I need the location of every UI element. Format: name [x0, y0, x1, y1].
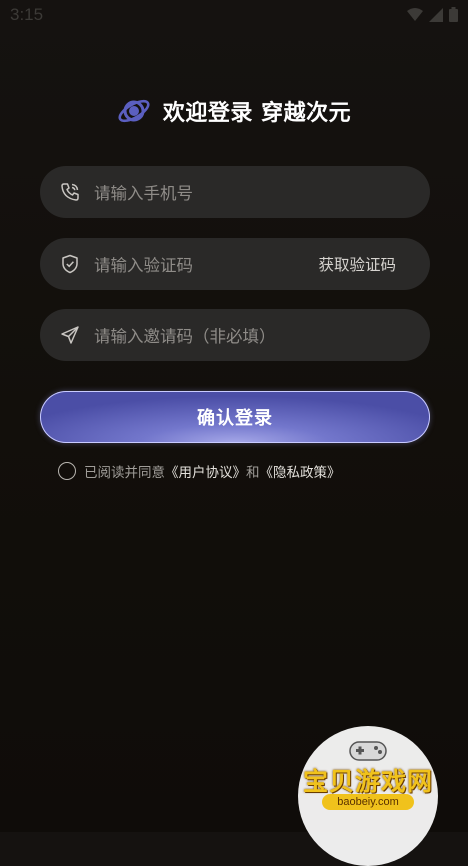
agreement-prefix: 已阅读并同意: [84, 465, 165, 481]
send-icon: [59, 324, 81, 346]
wifi-icon: [407, 7, 423, 21]
invite-field[interactable]: 请输入邀请码（非必填）: [40, 309, 430, 361]
login-button-label: 确认登录: [197, 408, 273, 429]
phone-icon: [59, 181, 81, 203]
planet-logo-icon: [118, 99, 150, 123]
watermark-url: baobeiy.com: [322, 794, 414, 810]
phone-field[interactable]: 请输入手机号: [40, 166, 430, 218]
login-button[interactable]: 确认登录: [40, 391, 430, 443]
status-bar: 3:15: [0, 0, 468, 32]
privacy-policy-link[interactable]: 《隐私政策》: [260, 465, 341, 481]
code-field[interactable]: 请输入验证码 获取验证码: [40, 238, 430, 290]
header: 欢迎登录 穿越次元: [0, 94, 468, 128]
agreement-row: 已阅读并同意《用户协议》和《隐私政策》: [58, 461, 341, 481]
page-title: 欢迎登录 穿越次元: [162, 101, 352, 126]
code-input[interactable]: 请输入验证码: [94, 252, 318, 276]
battery-icon: [449, 7, 458, 22]
status-icons: [407, 7, 458, 22]
status-time: 3:15: [10, 5, 44, 24]
agreement-and: 和: [246, 465, 260, 481]
signal-icon: [429, 7, 443, 22]
phone-input[interactable]: 请输入手机号: [94, 180, 430, 204]
user-agreement-link[interactable]: 《用户协议》: [165, 465, 246, 481]
watermark: 宝贝游戏网 baobeiy.com: [288, 726, 448, 866]
agree-radio[interactable]: [58, 462, 76, 480]
watermark-text: 宝贝游戏网: [302, 767, 433, 796]
gamepad-icon: [349, 741, 387, 761]
invite-input[interactable]: 请输入邀请码（非必填）: [94, 323, 430, 347]
shield-icon: [59, 253, 81, 275]
get-code-button[interactable]: 获取验证码: [318, 253, 396, 275]
